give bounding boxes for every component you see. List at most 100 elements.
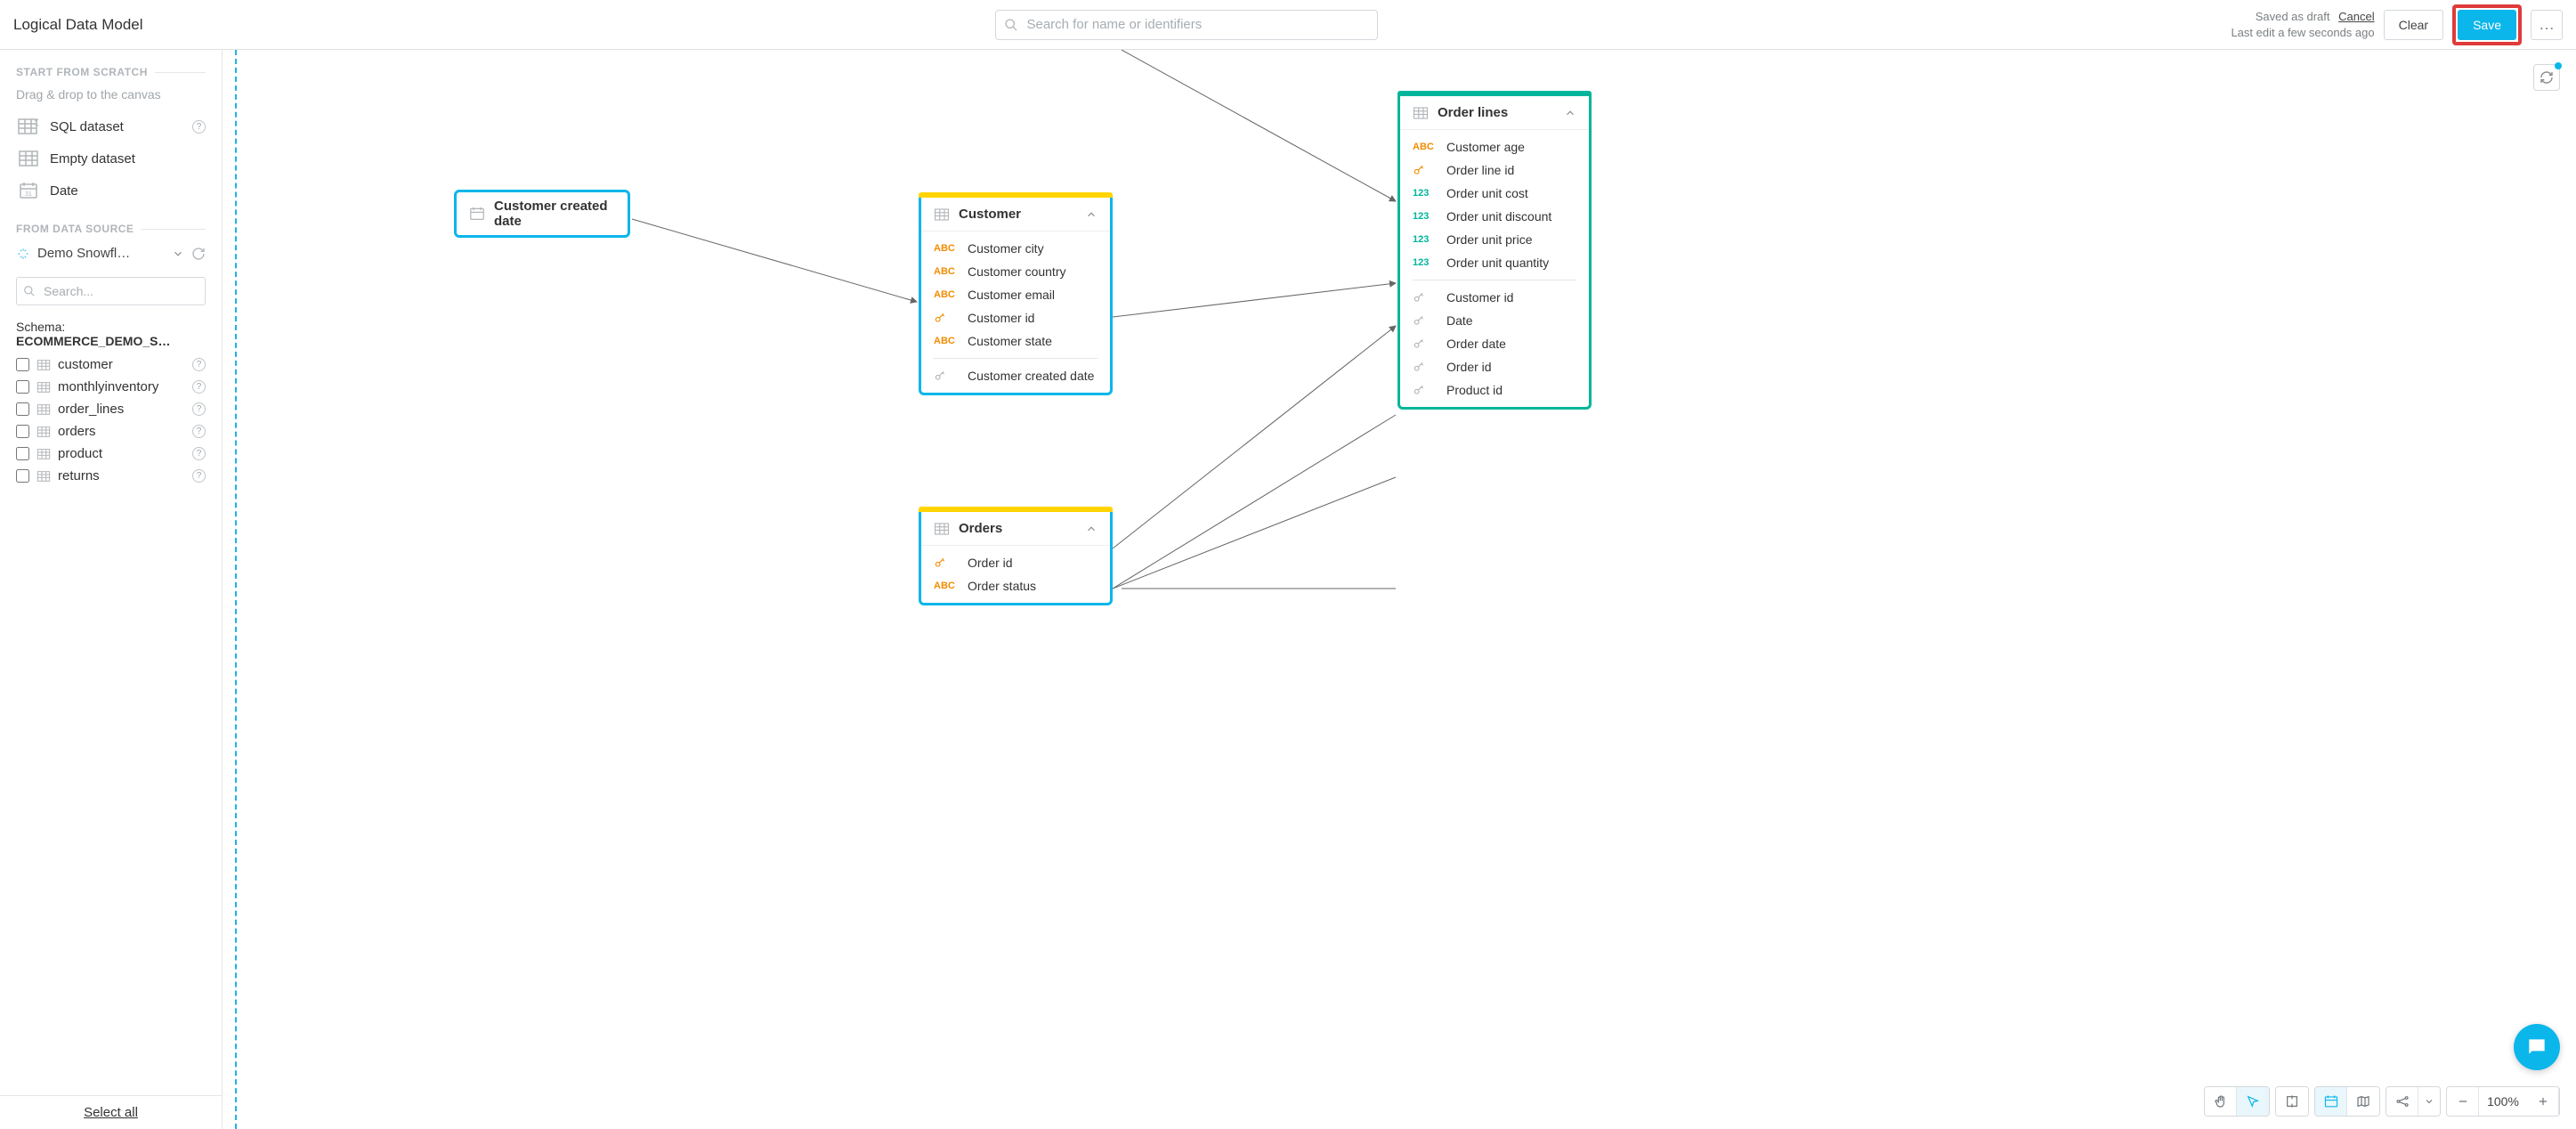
help-icon[interactable]: ? bbox=[192, 358, 206, 371]
save-button[interactable]: Save bbox=[2458, 10, 2516, 40]
snowflake-icon bbox=[16, 247, 30, 261]
canvas[interactable]: Customer created date Customer ABCCustom… bbox=[223, 50, 2576, 1129]
chevron-up-icon[interactable] bbox=[1085, 208, 1098, 221]
field-row[interactable]: 123Order unit cost bbox=[1400, 182, 1589, 205]
more-button[interactable]: … bbox=[2531, 10, 2563, 40]
field-ref-row[interactable]: Product id bbox=[1400, 378, 1589, 402]
graph-tool-group bbox=[2386, 1086, 2441, 1117]
table-checkbox[interactable] bbox=[16, 358, 29, 371]
node-customer[interactable]: Customer ABCCustomer cityABCCustomer cou… bbox=[919, 192, 1113, 395]
field-row[interactable]: 123Order unit price bbox=[1400, 228, 1589, 251]
scratch-section-title: START FROM SCRATCH bbox=[0, 62, 222, 82]
table-item[interactable]: monthlyinventory ? bbox=[0, 376, 222, 398]
datasource-selector[interactable]: Demo Snowfl… bbox=[0, 239, 222, 268]
table-name: returns bbox=[58, 468, 100, 483]
pan-tool[interactable] bbox=[2205, 1087, 2237, 1116]
date-view-tool[interactable] bbox=[2315, 1087, 2347, 1116]
chevron-up-icon[interactable] bbox=[1564, 107, 1576, 119]
table-name: customer bbox=[58, 357, 113, 372]
field-name: Customer id bbox=[1446, 290, 1513, 305]
node-header[interactable]: Customer bbox=[921, 198, 1110, 231]
field-row[interactable]: Order line id bbox=[1400, 158, 1589, 182]
graph-dropdown[interactable] bbox=[2418, 1087, 2440, 1116]
table-checkbox[interactable] bbox=[16, 447, 29, 460]
datasource-search-input[interactable] bbox=[16, 277, 206, 305]
table-icon bbox=[36, 448, 51, 460]
field-row[interactable]: ABCOrder status bbox=[921, 574, 1110, 597]
table-checkbox[interactable] bbox=[16, 402, 29, 416]
node-header[interactable]: Orders bbox=[921, 512, 1110, 546]
scratch-date[interactable]: 31 Date bbox=[0, 175, 222, 207]
field-name: Customer email bbox=[968, 288, 1055, 302]
field-row[interactable]: ABCCustomer city bbox=[921, 237, 1110, 260]
zoom-value: 100% bbox=[2479, 1094, 2527, 1109]
save-draft-label: Saved as draft bbox=[2256, 10, 2330, 23]
field-name: Order unit discount bbox=[1446, 209, 1551, 223]
help-icon[interactable]: ? bbox=[192, 402, 206, 416]
field-ref-row[interactable]: Order date bbox=[1400, 332, 1589, 355]
save-status: Saved as draft Cancel Last edit a few se… bbox=[2231, 9, 2374, 40]
search-icon bbox=[1004, 18, 1018, 32]
refresh-icon[interactable] bbox=[191, 247, 206, 261]
node-orders[interactable]: Orders Order idABCOrder status bbox=[919, 507, 1113, 605]
field-name: Order unit quantity bbox=[1446, 256, 1549, 270]
table-checkbox[interactable] bbox=[16, 469, 29, 483]
calendar-icon bbox=[469, 207, 485, 221]
field-ref-row[interactable]: Customer created date bbox=[921, 364, 1110, 387]
table-icon bbox=[36, 470, 51, 483]
table-name: orders bbox=[58, 424, 96, 439]
field-row[interactable]: ABCCustomer state bbox=[921, 329, 1110, 353]
schema-row: Schema: ECOMMERCE_DEMO_S… bbox=[0, 314, 222, 353]
table-item[interactable]: orders ? bbox=[0, 420, 222, 443]
help-icon[interactable]: ? bbox=[192, 380, 206, 394]
chat-bubble[interactable] bbox=[2514, 1024, 2560, 1070]
field-ref-row[interactable]: Order id bbox=[1400, 355, 1589, 378]
field-row[interactable]: ABCCustomer country bbox=[921, 260, 1110, 283]
scratch-sql-dataset[interactable]: SQL dataset ? bbox=[0, 110, 222, 142]
schema-label: Schema: bbox=[16, 320, 65, 334]
scratch-empty-dataset[interactable]: Empty dataset bbox=[0, 142, 222, 175]
node-customer-created-date[interactable]: Customer created date bbox=[454, 190, 630, 238]
field-row[interactable]: ABCCustomer email bbox=[921, 283, 1110, 306]
table-checkbox[interactable] bbox=[16, 380, 29, 394]
help-icon[interactable]: ? bbox=[192, 425, 206, 438]
search-input[interactable] bbox=[995, 10, 1378, 40]
help-icon[interactable]: ? bbox=[192, 120, 206, 134]
field-row[interactable]: ABCCustomer age bbox=[1400, 135, 1589, 158]
table-item[interactable]: customer ? bbox=[0, 353, 222, 376]
fit-view-tool[interactable] bbox=[2276, 1087, 2308, 1116]
sync-indicator[interactable] bbox=[2533, 64, 2560, 91]
field-list: ABCCustomer cityABCCustomer countryABCCu… bbox=[921, 231, 1110, 393]
table-item[interactable]: returns ? bbox=[0, 465, 222, 487]
table-item[interactable]: product ? bbox=[0, 443, 222, 465]
select-tool[interactable] bbox=[2237, 1087, 2269, 1116]
cancel-link[interactable]: Cancel bbox=[2338, 10, 2374, 23]
node-header[interactable]: Order lines bbox=[1400, 96, 1589, 130]
kebab-icon: … bbox=[2539, 15, 2555, 34]
zoom-out[interactable] bbox=[2447, 1087, 2479, 1116]
map-view-tool[interactable] bbox=[2347, 1087, 2379, 1116]
table-checkbox[interactable] bbox=[16, 425, 29, 438]
field-ref-row[interactable]: Customer id bbox=[1400, 286, 1589, 309]
field-ref-row[interactable]: Date bbox=[1400, 309, 1589, 332]
table-item[interactable]: order_lines ? bbox=[0, 398, 222, 420]
help-icon[interactable]: ? bbox=[192, 469, 206, 483]
chevron-up-icon[interactable] bbox=[1085, 523, 1098, 535]
field-row[interactable]: 123Order unit discount bbox=[1400, 205, 1589, 228]
field-row[interactable]: Order id bbox=[921, 551, 1110, 574]
node-order-lines[interactable]: Order lines ABCCustomer age Order line id… bbox=[1397, 91, 1592, 410]
table-list: customer ? monthlyinventory ? order_line… bbox=[0, 353, 222, 487]
field-row[interactable]: 123Order unit quantity bbox=[1400, 251, 1589, 274]
field-row[interactable]: Customer id bbox=[921, 306, 1110, 329]
zoom-in[interactable] bbox=[2527, 1087, 2559, 1116]
select-all-link[interactable]: Select all bbox=[0, 1095, 222, 1129]
scratch-item-label: Empty dataset bbox=[50, 151, 135, 167]
cursor-mode-group bbox=[2204, 1086, 2270, 1117]
graph-tool[interactable] bbox=[2386, 1087, 2418, 1116]
chevron-down-icon bbox=[172, 248, 184, 260]
field-name: Order line id bbox=[1446, 163, 1514, 177]
help-icon[interactable]: ? bbox=[192, 447, 206, 460]
scratch-item-label: SQL dataset bbox=[50, 119, 124, 134]
clear-button[interactable]: Clear bbox=[2384, 10, 2443, 40]
search-icon bbox=[23, 285, 36, 297]
